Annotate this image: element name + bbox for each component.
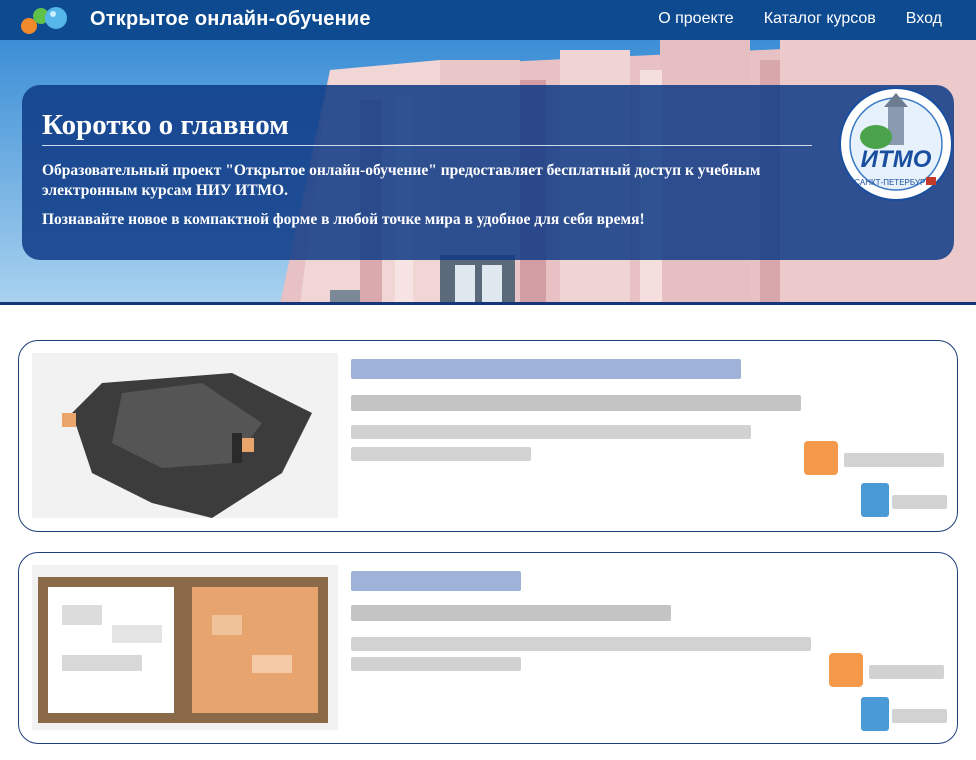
- graduation-cap-image: [32, 353, 338, 518]
- about-title: Коротко о главном: [42, 109, 289, 141]
- title-divider: [42, 145, 812, 146]
- orange-badge-icon: [804, 441, 838, 475]
- nav-about-link[interactable]: О проекте: [658, 10, 733, 28]
- course-thumbnail[interactable]: [32, 565, 338, 730]
- nav-catalog-link[interactable]: Каталог курсов: [764, 10, 876, 28]
- course-card[interactable]: [18, 340, 958, 532]
- site-title[interactable]: Открытое онлайн-обучение: [90, 8, 371, 31]
- about-summary-box: Коротко о главном Образовательный проект…: [22, 85, 954, 260]
- course-author-placeholder: [351, 395, 801, 411]
- course-thumbnail[interactable]: [32, 353, 338, 518]
- badge-label-placeholder: [892, 495, 947, 509]
- top-navigation-bar: Открытое онлайн-обучение О проекте Катал…: [0, 0, 976, 40]
- site-logo-icon[interactable]: [18, 4, 72, 36]
- course-description-line: [351, 657, 521, 671]
- course-title-placeholder[interactable]: [351, 359, 741, 379]
- course-description-line: [351, 425, 751, 439]
- course-description-line: [351, 447, 531, 461]
- hero-divider: [0, 302, 976, 305]
- about-paragraph-2: Познавайте новое в компактной форме в лю…: [42, 211, 645, 228]
- nav-login-link[interactable]: Вход: [906, 10, 942, 28]
- course-title-placeholder[interactable]: [351, 571, 521, 591]
- itmo-emblem-icon: ИТМО САНКТ-ПЕТЕРБУРГ: [839, 87, 953, 201]
- emblem-subtext: САНКТ-ПЕТЕРБУРГ: [854, 178, 930, 187]
- blue-badge-icon: [861, 697, 889, 731]
- course-description-line: [351, 637, 811, 651]
- emblem-text: ИТМО: [861, 146, 932, 173]
- badge-label-placeholder: [869, 665, 944, 679]
- course-card[interactable]: [18, 552, 958, 744]
- course-author-placeholder: [351, 605, 671, 621]
- badge-label-placeholder: [892, 709, 947, 723]
- about-paragraph-1: Образовательный проект "Открытое онлайн-…: [42, 162, 761, 199]
- main-nav: О проекте Каталог курсов Вход: [658, 10, 942, 28]
- badge-label-placeholder: [844, 453, 944, 467]
- course-image: [32, 565, 338, 730]
- blue-badge-icon: [861, 483, 889, 517]
- orange-badge-icon: [829, 653, 863, 687]
